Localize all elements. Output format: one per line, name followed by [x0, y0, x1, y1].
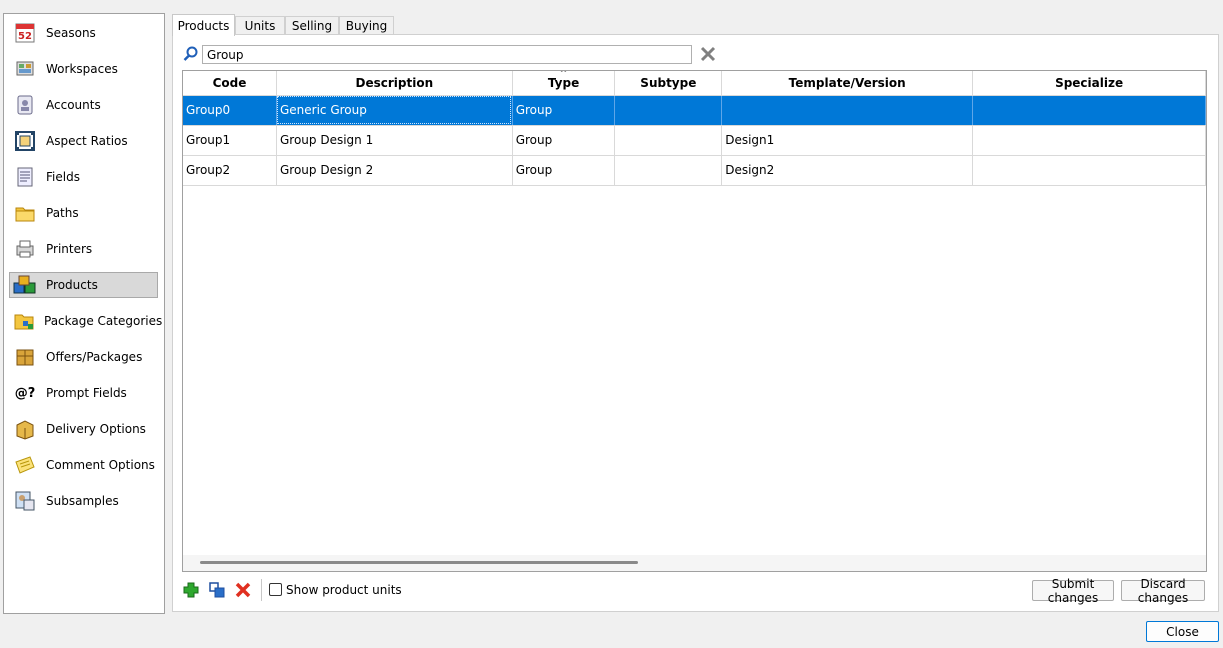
- tab-selling[interactable]: Selling: [285, 16, 339, 35]
- search-input[interactable]: [202, 45, 692, 64]
- column-header-subtype[interactable]: Subtype: [614, 71, 723, 96]
- tab-units[interactable]: Units: [235, 16, 285, 35]
- sidebar-item-workspaces[interactable]: Workspaces: [9, 56, 158, 82]
- cubes-icon: [13, 274, 37, 296]
- column-header-code[interactable]: Code: [183, 71, 277, 96]
- sidebar-item-accounts[interactable]: Accounts: [9, 92, 158, 118]
- sidebar-item-label: Accounts: [46, 98, 101, 112]
- cell-type[interactable]: Group: [512, 125, 616, 156]
- sidebar-item-label: Workspaces: [46, 62, 118, 76]
- close-button[interactable]: Close: [1146, 621, 1219, 642]
- products-grid[interactable]: Code Description ^ Type Subtype Template…: [182, 70, 1207, 572]
- sidebar-item-label: Aspect Ratios: [46, 134, 128, 148]
- show-product-units-checkbox[interactable]: [269, 583, 282, 596]
- discard-changes-button[interactable]: Discard changes: [1121, 577, 1205, 605]
- header-row: Code Description ^ Type Subtype Template…: [183, 70, 1206, 96]
- tab-products[interactable]: Products: [172, 14, 235, 36]
- sidebar-item-label: Seasons: [46, 26, 96, 40]
- sidebar-item-label: Fields: [46, 170, 80, 184]
- cell-specialize[interactable]: [972, 155, 1206, 186]
- sidebar-item-label: Printers: [46, 242, 93, 256]
- sidebar-item-package-categories[interactable]: Package Categories: [9, 308, 162, 334]
- cell-code[interactable]: Group1: [183, 125, 277, 156]
- cell-type[interactable]: Group: [512, 95, 616, 126]
- products-table: Code Description ^ Type Subtype Template…: [183, 71, 1206, 186]
- cell-subtype[interactable]: [614, 125, 723, 156]
- cell-subtype[interactable]: [614, 155, 723, 186]
- subsample-icon: [13, 490, 37, 512]
- sidebar-item-label: Paths: [46, 206, 79, 220]
- sidebar-item-subsamples[interactable]: Subsamples: [9, 488, 158, 514]
- box-icon: [13, 346, 37, 368]
- show-product-units-label[interactable]: Show product units: [286, 583, 402, 597]
- sidebar-item-prompt-fields[interactable]: @? Prompt Fields: [9, 380, 158, 406]
- submit-changes-button[interactable]: Submit changes: [1032, 577, 1114, 605]
- calendar-icon: 52: [13, 22, 37, 44]
- cell-description[interactable]: Group Design 2: [276, 155, 513, 186]
- table-row[interactable]: Group1 Group Design 1 Group Design1: [183, 125, 1206, 156]
- toolbar-separator: [261, 579, 262, 601]
- column-header-specialize[interactable]: Specialize: [972, 71, 1206, 96]
- sidebar-item-label: Products: [46, 278, 98, 292]
- cell-template-version[interactable]: Design2: [721, 155, 974, 186]
- printer-icon: [13, 238, 37, 260]
- column-header-template-version[interactable]: Template/Version: [721, 71, 974, 96]
- clear-search-icon[interactable]: [700, 46, 716, 65]
- sidebar-item-label: Package Categories: [44, 314, 163, 328]
- search-icon: [183, 46, 199, 65]
- sidebar-item-seasons[interactable]: 52 Seasons: [9, 20, 158, 46]
- sidebar-item-products[interactable]: Products: [9, 272, 158, 298]
- column-header-type[interactable]: ^ Type: [512, 70, 616, 96]
- sidebar-item-label: Comment Options: [46, 458, 155, 472]
- horizontal-scrollbar[interactable]: [183, 555, 1206, 571]
- table-row[interactable]: Group2 Group Design 2 Group Design2: [183, 155, 1206, 186]
- table-row[interactable]: Group0 Generic Group Group: [183, 95, 1206, 126]
- svg-text:52: 52: [18, 31, 32, 42]
- sidebar-item-delivery-options[interactable]: Delivery Options: [9, 416, 158, 442]
- cell-specialize[interactable]: [972, 95, 1206, 126]
- sidebar-item-fields[interactable]: Fields: [9, 164, 158, 190]
- scrollbar-thumb[interactable]: [200, 561, 638, 564]
- delete-product-icon[interactable]: [234, 581, 252, 599]
- cell-template-version[interactable]: Design1: [721, 125, 974, 156]
- delivery-box-icon: [13, 418, 37, 440]
- cell-code[interactable]: Group2: [183, 155, 277, 186]
- workspace-icon: [13, 58, 37, 80]
- folder-icon: [13, 202, 37, 224]
- tab-buying[interactable]: Buying: [339, 16, 394, 35]
- add-product-icon[interactable]: [182, 581, 200, 599]
- sort-ascending-icon: ^: [559, 70, 568, 79]
- aspect-ratio-icon: [13, 130, 37, 152]
- cell-specialize[interactable]: [972, 125, 1206, 156]
- duplicate-product-icon[interactable]: [208, 581, 226, 599]
- sidebar-item-label: Subsamples: [46, 494, 119, 508]
- cell-type[interactable]: Group: [512, 155, 616, 186]
- fields-icon: [13, 166, 37, 188]
- notes-icon: [13, 454, 37, 476]
- cell-subtype[interactable]: [614, 95, 723, 126]
- sidebar-item-paths[interactable]: Paths: [9, 200, 158, 226]
- sidebar-item-label: Offers/Packages: [46, 350, 143, 364]
- cell-template-version[interactable]: [721, 95, 974, 126]
- sidebar-item-printers[interactable]: Printers: [9, 236, 158, 262]
- sidebar-item-offers-packages[interactable]: Offers/Packages: [9, 344, 158, 370]
- sidebar: 52 Seasons Workspaces Accounts Aspect Ra…: [3, 13, 165, 614]
- package-categories-icon: [13, 310, 35, 332]
- sidebar-item-label: Delivery Options: [46, 422, 146, 436]
- sidebar-item-aspect-ratios[interactable]: Aspect Ratios: [9, 128, 158, 154]
- sidebar-item-label: Prompt Fields: [46, 386, 127, 400]
- accounts-icon: [13, 94, 37, 116]
- column-header-description[interactable]: Description: [276, 71, 513, 96]
- prompt-icon: @?: [14, 385, 36, 401]
- cell-code[interactable]: Group0: [183, 95, 277, 126]
- sidebar-item-comment-options[interactable]: Comment Options: [9, 452, 158, 478]
- cell-description[interactable]: Group Design 1: [276, 125, 513, 156]
- cell-description[interactable]: Generic Group: [276, 95, 513, 126]
